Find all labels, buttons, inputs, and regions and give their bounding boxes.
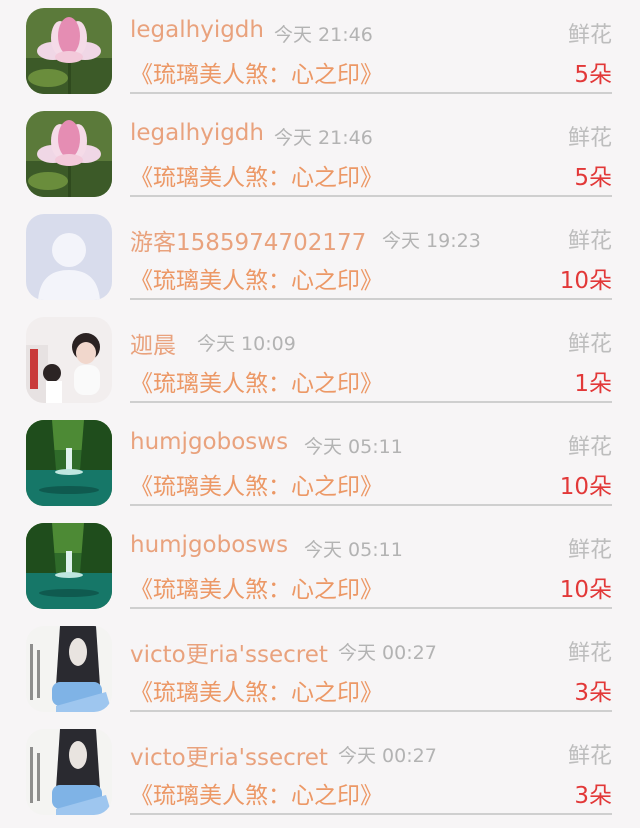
gift-time: 今天 19:23 bbox=[382, 230, 481, 252]
gift-time: 今天 05:11 bbox=[304, 436, 403, 458]
gift-record-list: legalhyigdh 今天 21:46 鲜花 《琉璃美人煞：心之印》 5朵 l… bbox=[0, 0, 640, 818]
username[interactable]: humjgobosws bbox=[130, 532, 288, 558]
gift-time: 今天 21:46 bbox=[274, 127, 373, 149]
gift-count: 5朵 bbox=[574, 165, 612, 191]
work-title[interactable]: 《琉璃美人煞：心之印》 bbox=[130, 158, 383, 192]
work-title[interactable]: 《琉璃美人煞：心之印》 bbox=[130, 261, 383, 295]
row-divider bbox=[130, 813, 612, 815]
gift-record-row[interactable]: humjgobosws 今天 05:11 鲜花 《琉璃美人煞：心之印》 10朵 bbox=[0, 519, 640, 622]
work-title[interactable]: 《琉璃美人煞：心之印》 bbox=[130, 776, 383, 810]
gift-type-label: 鲜花 bbox=[567, 538, 612, 563]
calligraphy-photo-avatar[interactable] bbox=[26, 626, 112, 712]
gift-record-row[interactable]: legalhyigdh 今天 21:46 鲜花 《琉璃美人煞：心之印》 5朵 bbox=[0, 4, 640, 107]
gift-type-label: 鲜花 bbox=[567, 435, 612, 460]
gift-time: 今天 21:46 bbox=[274, 24, 373, 46]
username[interactable]: 迦晨 bbox=[130, 326, 176, 360]
username[interactable]: victo更ria'ssecret bbox=[130, 738, 328, 772]
work-title[interactable]: 《琉璃美人煞：心之印》 bbox=[130, 570, 383, 604]
gift-record-row[interactable]: victo更ria'ssecret 今天 00:27 鲜花 《琉璃美人煞：心之印… bbox=[0, 622, 640, 725]
gift-type-label: 鲜花 bbox=[567, 332, 612, 357]
gift-count: 3朵 bbox=[574, 783, 612, 809]
username[interactable]: victo更ria'ssecret bbox=[130, 635, 328, 669]
work-title[interactable]: 《琉璃美人煞：心之印》 bbox=[130, 673, 383, 707]
gift-type-label: 鲜花 bbox=[567, 641, 612, 666]
work-title[interactable]: 《琉璃美人煞：心之印》 bbox=[130, 467, 383, 501]
gift-time: 今天 00:27 bbox=[338, 642, 437, 664]
lotus-avatar[interactable] bbox=[26, 111, 112, 197]
gift-count: 3朵 bbox=[574, 680, 612, 706]
gift-type-label: 鲜花 bbox=[567, 23, 612, 48]
gift-type-label: 鲜花 bbox=[567, 126, 612, 151]
username[interactable]: humjgobosws bbox=[130, 429, 288, 455]
gift-type-label: 鲜花 bbox=[567, 744, 612, 769]
gift-time: 今天 10:09 bbox=[197, 333, 296, 355]
gift-record-row[interactable]: 游客1585974702177 今天 19:23 鲜花 《琉璃美人煞：心之印》 … bbox=[0, 210, 640, 313]
gift-record-row[interactable]: victo更ria'ssecret 今天 00:27 鲜花 《琉璃美人煞：心之印… bbox=[0, 725, 640, 828]
photo-avatar[interactable] bbox=[26, 317, 112, 403]
row-divider bbox=[130, 195, 612, 197]
gift-count: 10朵 bbox=[559, 474, 612, 500]
row-divider bbox=[130, 710, 612, 712]
gift-time: 今天 00:27 bbox=[338, 745, 437, 767]
username[interactable]: legalhyigdh bbox=[130, 120, 264, 146]
waterfall-avatar[interactable] bbox=[26, 420, 112, 506]
row-divider bbox=[130, 504, 612, 506]
waterfall-avatar[interactable] bbox=[26, 523, 112, 609]
gift-count: 10朵 bbox=[559, 268, 612, 294]
gift-record-row[interactable]: 迦晨 今天 10:09 鲜花 《琉璃美人煞：心之印》 1朵 bbox=[0, 313, 640, 416]
gift-record-row[interactable]: legalhyigdh 今天 21:46 鲜花 《琉璃美人煞：心之印》 5朵 bbox=[0, 107, 640, 210]
gift-time: 今天 05:11 bbox=[304, 539, 403, 561]
calligraphy-photo-avatar[interactable] bbox=[26, 729, 112, 815]
gift-type-label: 鲜花 bbox=[567, 229, 612, 254]
row-divider bbox=[130, 92, 612, 94]
lotus-avatar[interactable] bbox=[26, 8, 112, 94]
gift-count: 10朵 bbox=[559, 577, 612, 603]
gift-count: 1朵 bbox=[574, 371, 612, 397]
gift-record-row[interactable]: humjgobosws 今天 05:11 鲜花 《琉璃美人煞：心之印》 10朵 bbox=[0, 416, 640, 519]
row-divider bbox=[130, 607, 612, 609]
username[interactable]: 游客1585974702177 bbox=[130, 223, 366, 257]
work-title[interactable]: 《琉璃美人煞：心之印》 bbox=[130, 364, 383, 398]
username[interactable]: legalhyigdh bbox=[130, 17, 264, 43]
row-divider bbox=[130, 401, 612, 403]
gift-count: 5朵 bbox=[574, 62, 612, 88]
row-divider bbox=[130, 298, 612, 300]
default-guest-avatar[interactable] bbox=[26, 214, 112, 300]
work-title[interactable]: 《琉璃美人煞：心之印》 bbox=[130, 55, 383, 89]
